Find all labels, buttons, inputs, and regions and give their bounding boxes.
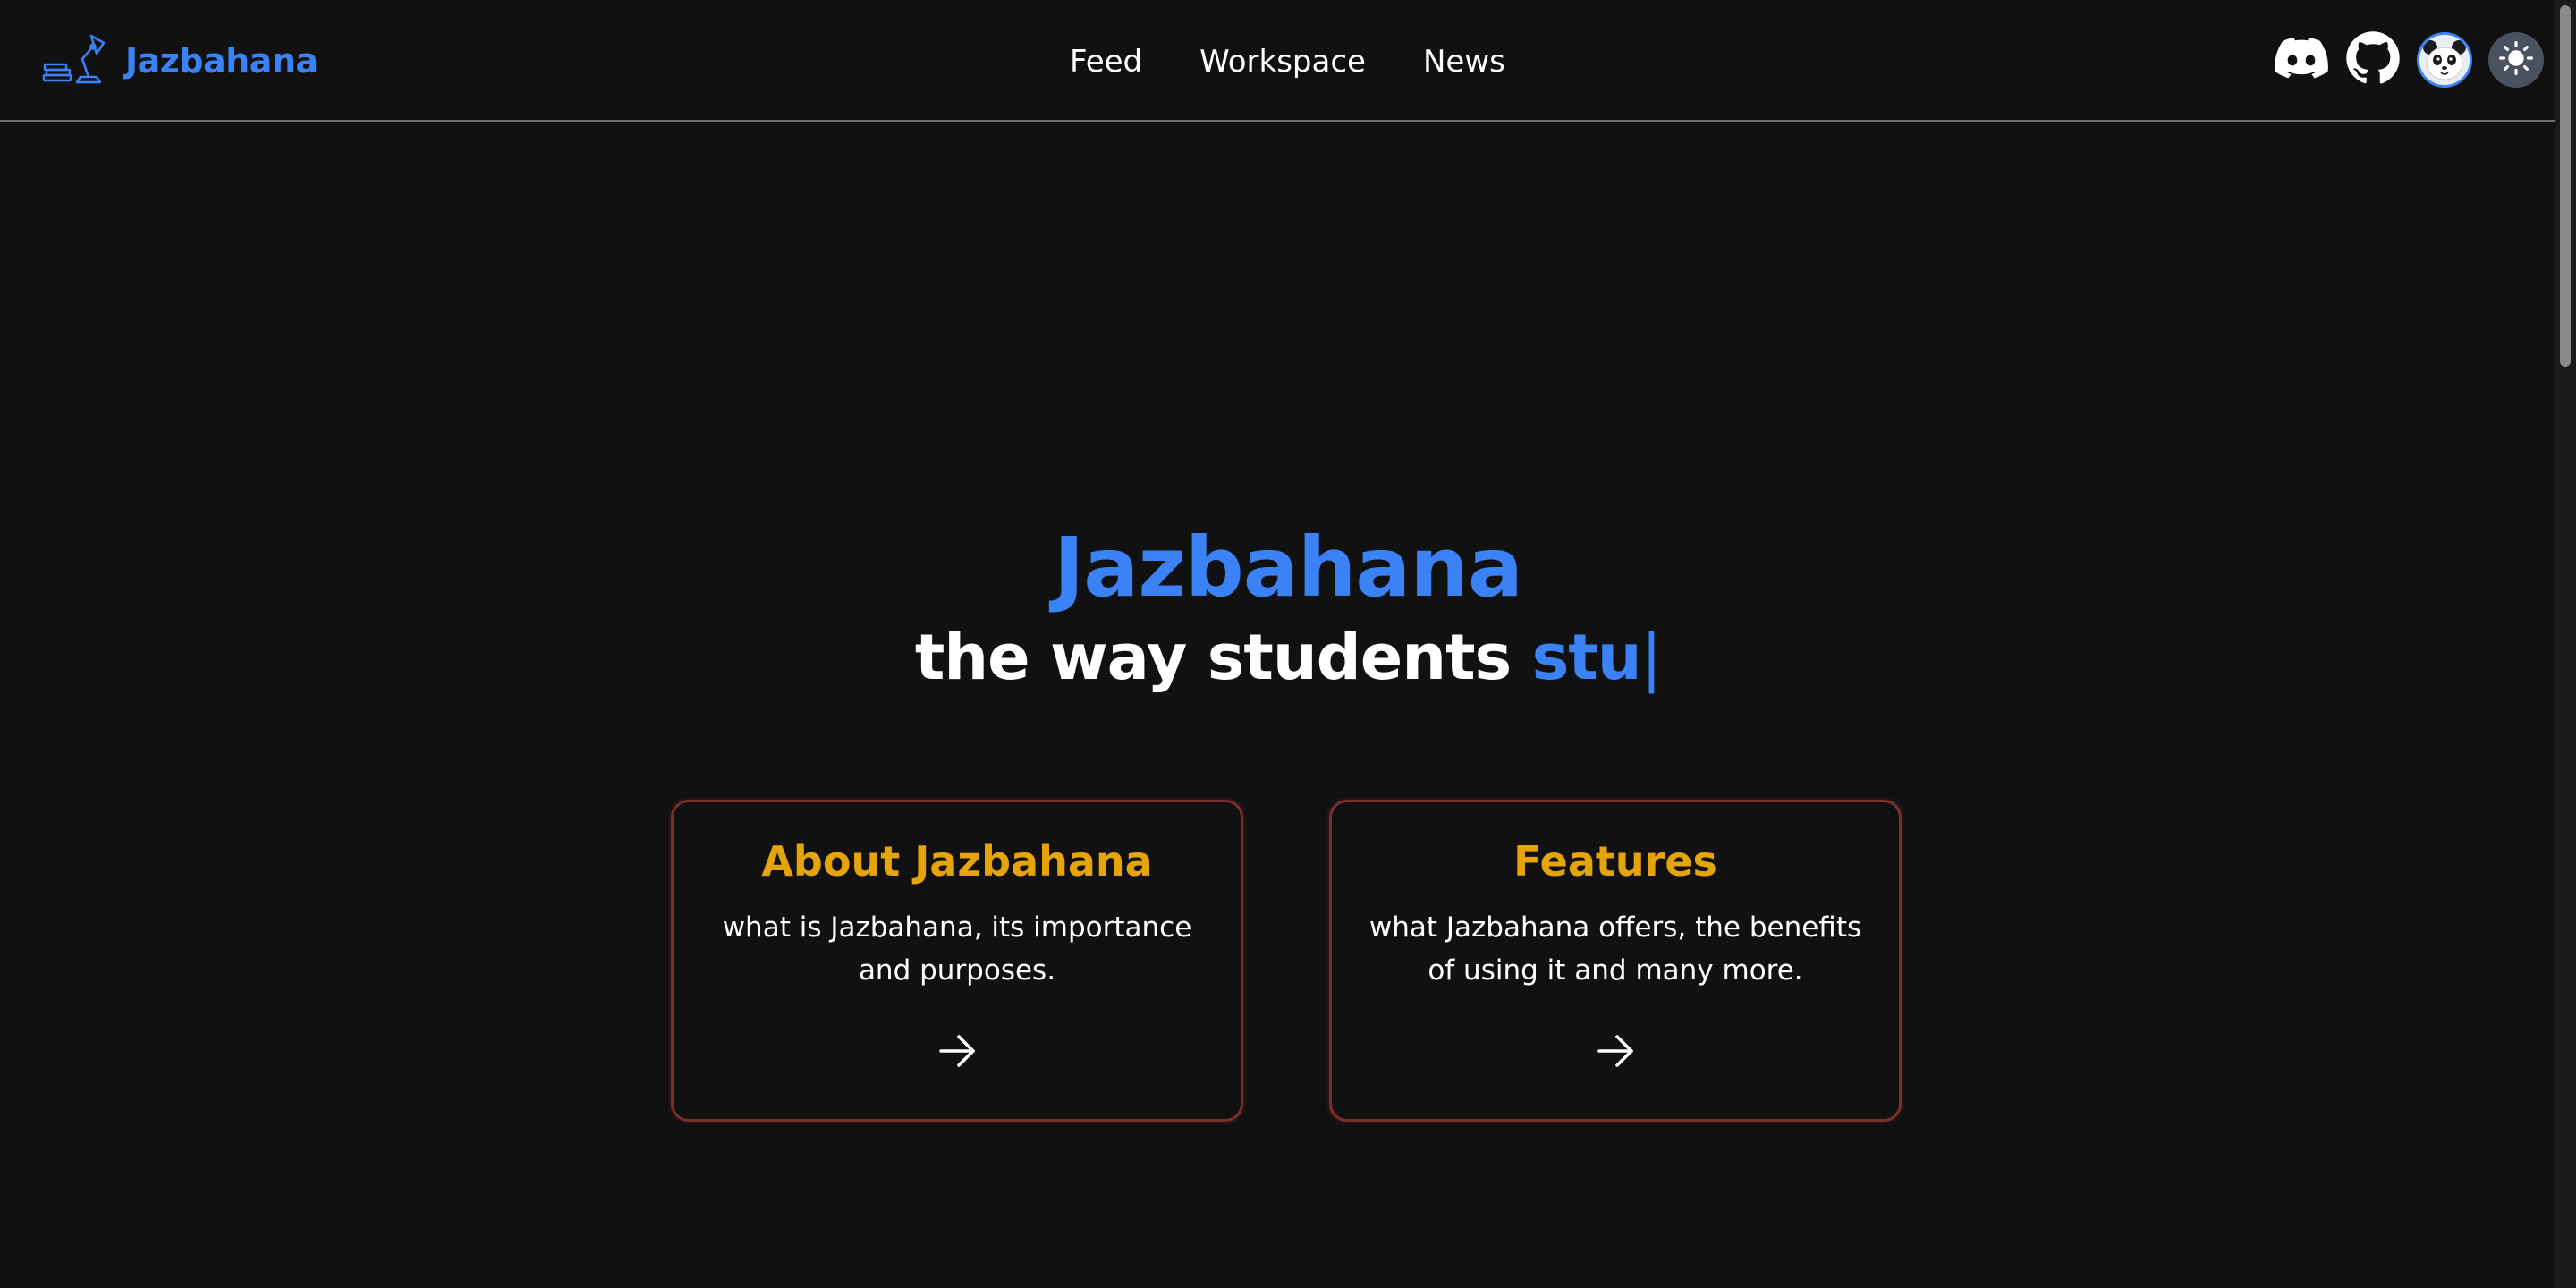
discord-link[interactable]: [2274, 32, 2329, 88]
brand-link[interactable]: Jazbahana: [41, 30, 318, 91]
sun-icon: [2499, 40, 2533, 80]
github-link[interactable]: [2345, 30, 2401, 90]
discord-icon: [2275, 37, 2328, 83]
top-navbar: Jazbahana Feed Workspace News: [0, 0, 2576, 122]
hero-tagline-typed: stu: [1531, 621, 1642, 694]
card-description: what Jazbahana offers, the benefits of u…: [1368, 911, 1862, 987]
arrow-right-icon[interactable]: [1594, 1035, 1637, 1076]
hero-section: Jazbahana the way students stu|: [0, 519, 2576, 698]
page: Jazbahana Feed Workspace News Jazbahana …: [0, 0, 2576, 1288]
user-avatar[interactable]: [2417, 32, 2472, 88]
scrollbar-thumb[interactable]: [2560, 5, 2571, 367]
main-nav: Feed Workspace News: [1070, 38, 1505, 86]
card-title: Features: [1513, 837, 1717, 886]
hero-tagline-static: the way students: [914, 621, 1532, 694]
features-card[interactable]: Features what Jazbahana offers, the bene…: [1329, 800, 1902, 1122]
desk-lamp-logo-icon: [41, 30, 109, 92]
about-card[interactable]: About Jazbahana what is Jazbahana, its i…: [671, 800, 1243, 1122]
typing-cursor: |: [1640, 621, 1663, 694]
info-cards: About Jazbahana what is Jazbahana, its i…: [671, 800, 1902, 1122]
card-title: About Jazbahana: [761, 837, 1153, 886]
nav-link-workspace[interactable]: Workspace: [1199, 38, 1366, 86]
hero-tagline: the way students stu|: [0, 617, 2576, 698]
nav-link-feed[interactable]: Feed: [1070, 38, 1142, 86]
brand-name: Jazbahana: [125, 41, 318, 80]
arrow-right-icon[interactable]: [936, 1035, 979, 1076]
theme-toggle-button[interactable]: [2488, 32, 2544, 88]
nav-link-news[interactable]: News: [1423, 38, 1505, 86]
header-actions: [2274, 30, 2544, 90]
github-icon: [2345, 30, 2401, 90]
hero-title: Jazbahana: [1054, 520, 1523, 615]
panda-avatar-icon: [2419, 35, 2470, 85]
card-description: what is Jazbahana, its importance and pu…: [722, 911, 1192, 987]
